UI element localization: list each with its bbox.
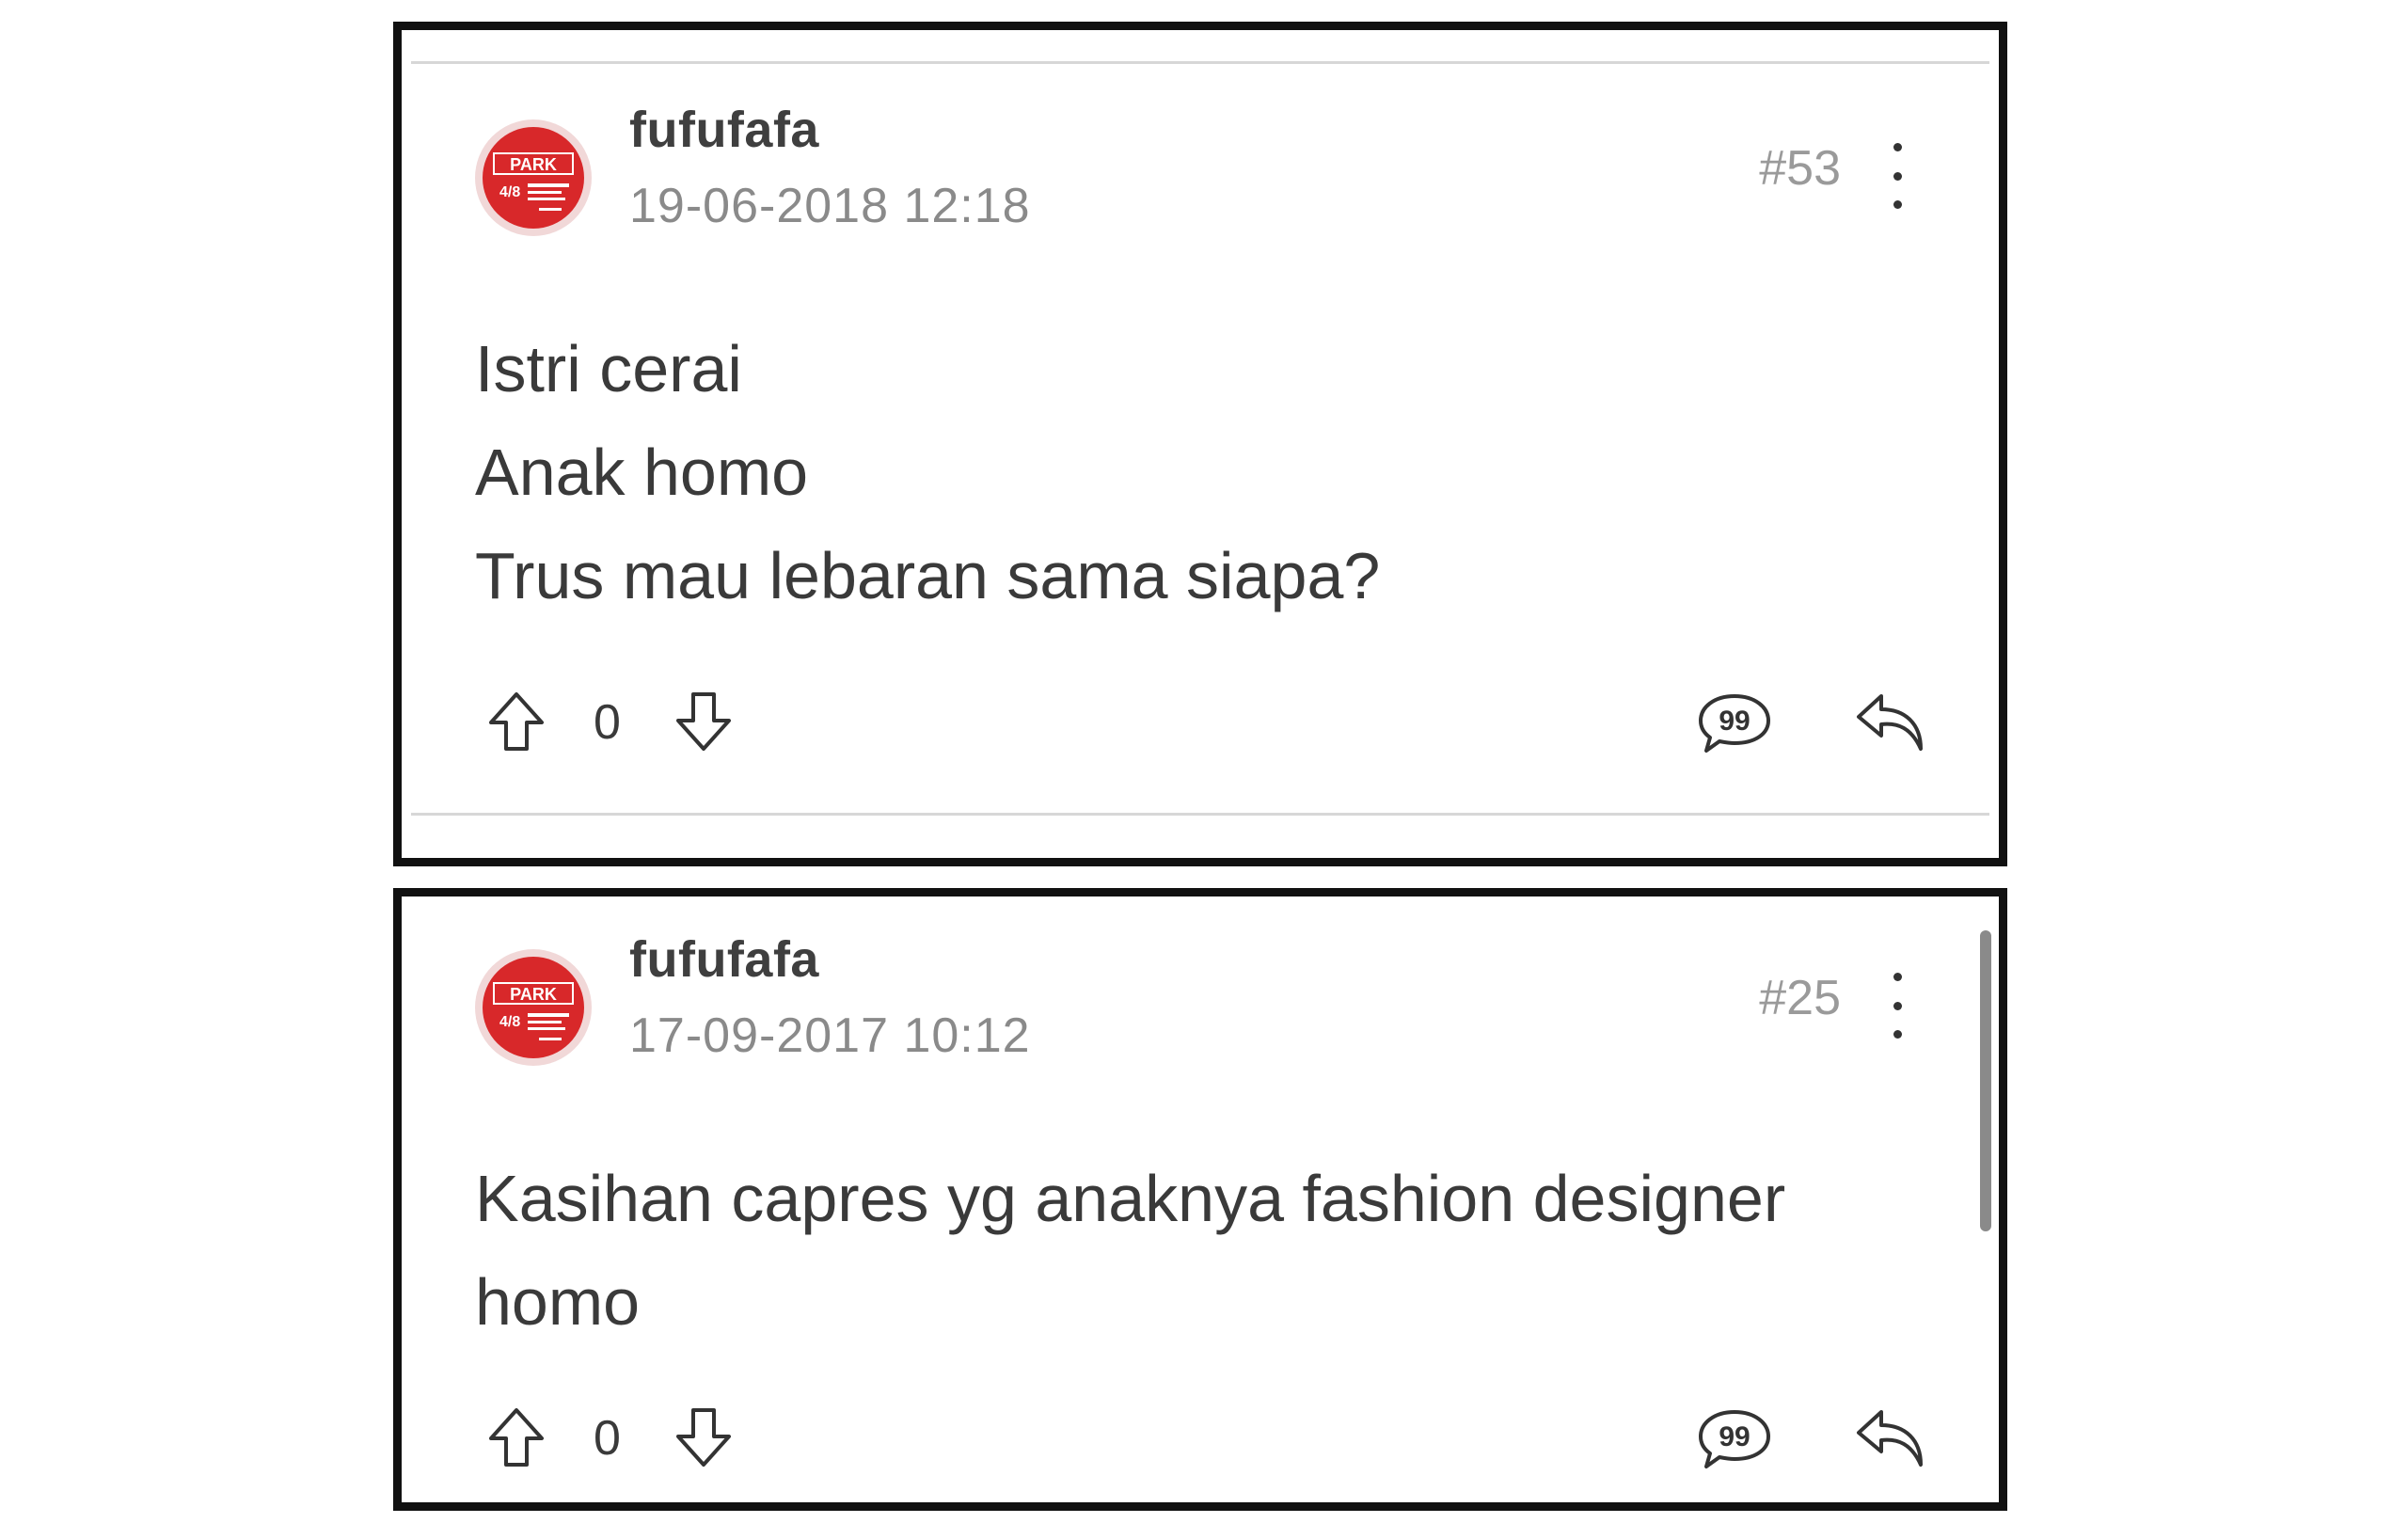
- comment-body: Kasihan capres yg anaknya fashion design…: [475, 1147, 1886, 1354]
- avatar[interactable]: PARK 4/8: [475, 119, 592, 236]
- avatar-logo: PARK 4/8: [483, 127, 584, 229]
- comment-card: PARK 4/8 fufufafa 17-09-2017 10:12 #25 K…: [393, 888, 2007, 1511]
- comment-body: Istri cerai Anak homo Trus mau lebaran s…: [475, 317, 1886, 627]
- svg-text:PARK: PARK: [510, 985, 557, 1004]
- more-vertical-icon[interactable]: [1880, 143, 1914, 209]
- more-vertical-icon[interactable]: [1880, 973, 1914, 1039]
- svg-text:99: 99: [1719, 1421, 1750, 1452]
- arrow-up-icon[interactable]: [483, 1404, 549, 1470]
- comment-line: Anak homo: [475, 436, 809, 509]
- timestamp: 17-09-2017 10:12: [629, 1008, 1031, 1063]
- avatar[interactable]: PARK 4/8: [475, 949, 592, 1066]
- svg-text:4/8: 4/8: [499, 1014, 520, 1030]
- username[interactable]: fufufafa: [629, 101, 819, 159]
- post-number[interactable]: #25: [1759, 970, 1841, 1026]
- quote-icon[interactable]: 99: [1697, 1406, 1772, 1472]
- divider: [411, 813, 1989, 816]
- post-number[interactable]: #53: [1759, 140, 1841, 197]
- comment-line: Istri cerai: [475, 332, 742, 405]
- comment-line: Trus mau lebaran sama siapa?: [475, 539, 1381, 612]
- divider: [411, 61, 1989, 64]
- vote-count: 0: [594, 695, 621, 750]
- svg-text:PARK: PARK: [510, 155, 557, 174]
- avatar-logo: PARK 4/8: [483, 957, 584, 1058]
- reply-icon[interactable]: [1853, 1406, 1928, 1472]
- svg-text:99: 99: [1719, 706, 1750, 737]
- comment-line: homo: [475, 1265, 641, 1339]
- quote-icon[interactable]: 99: [1697, 690, 1772, 756]
- comment-line: Kasihan capres yg anaknya fashion design…: [475, 1162, 1786, 1235]
- svg-text:4/8: 4/8: [499, 184, 520, 200]
- reply-icon[interactable]: [1853, 690, 1928, 756]
- timestamp: 19-06-2018 12:18: [629, 179, 1031, 233]
- vote-count: 0: [594, 1411, 621, 1466]
- username[interactable]: fufufafa: [629, 930, 819, 989]
- comment-card: PARK 4/8 fufufafa 19-06-2018 12:18 #53 I…: [393, 22, 2007, 866]
- arrow-up-icon[interactable]: [483, 689, 549, 754]
- arrow-down-icon[interactable]: [671, 689, 737, 754]
- scrollbar[interactable]: [1980, 930, 1991, 1231]
- arrow-down-icon[interactable]: [671, 1404, 737, 1470]
